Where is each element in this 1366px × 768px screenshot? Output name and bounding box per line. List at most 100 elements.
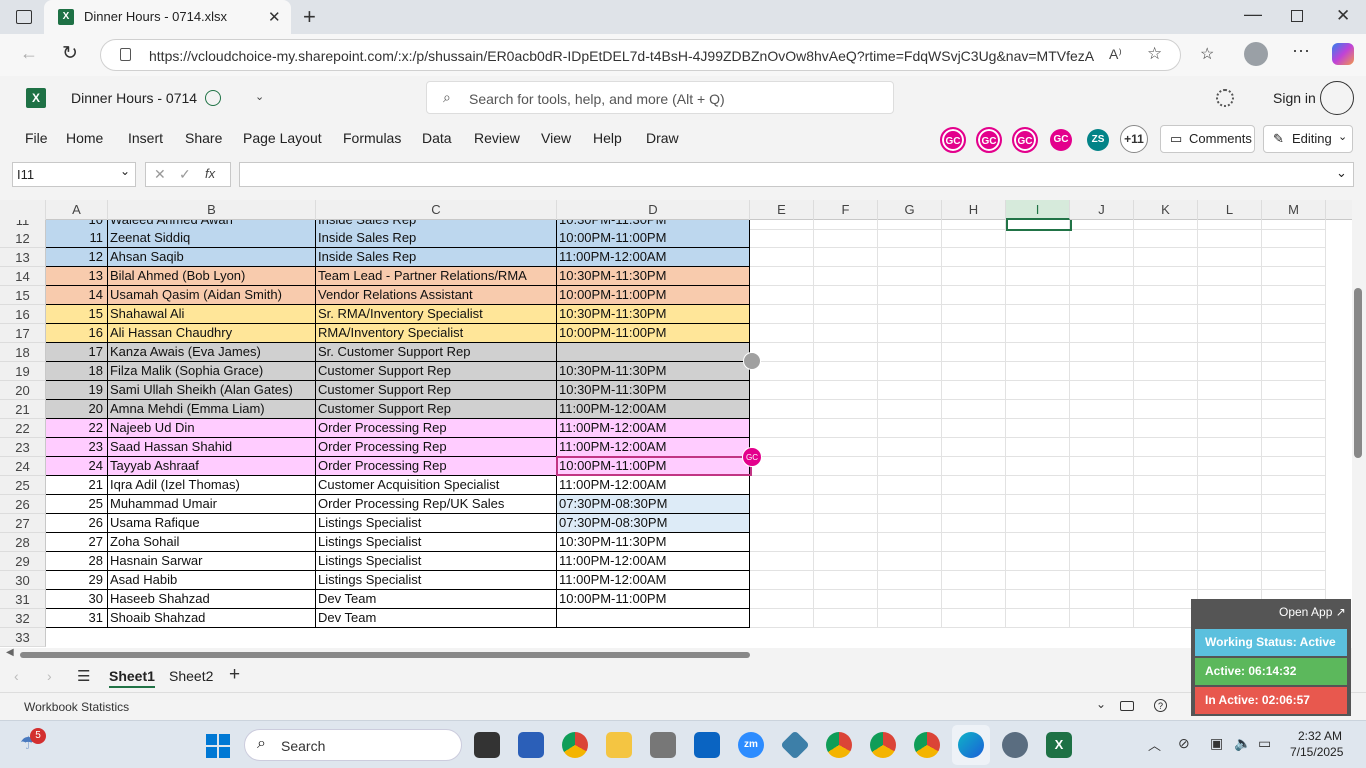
collaborator-avatar[interactable]: ZS (1087, 129, 1109, 151)
empty-cell[interactable] (750, 476, 814, 495)
collaborator-avatar[interactable]: GC (1012, 127, 1038, 153)
horizontal-scroll-thumb[interactable] (20, 652, 750, 658)
empty-cell[interactable] (878, 362, 942, 381)
empty-cell[interactable] (814, 229, 878, 248)
menu-home[interactable]: Home (66, 130, 103, 146)
cell-name[interactable]: Ali Hassan Chaudhry (108, 324, 316, 343)
url-text[interactable]: https://vcloudchoice-my.sharepoint.com/:… (149, 48, 1094, 64)
cell-index[interactable]: 29 (46, 571, 108, 590)
browser-tab[interactable]: X Dinner Hours - 0714.xlsx ✕ (44, 0, 291, 34)
empty-cell[interactable] (942, 495, 1006, 514)
empty-cell[interactable] (1070, 400, 1134, 419)
empty-cell[interactable] (814, 324, 878, 343)
cell-role[interactable]: Inside Sales Rep (316, 248, 557, 267)
empty-cell[interactable] (814, 495, 878, 514)
formula-input[interactable]: ⌄ (239, 162, 1354, 187)
empty-cell[interactable] (942, 381, 1006, 400)
empty-cell[interactable] (750, 590, 814, 609)
empty-cell[interactable] (942, 533, 1006, 552)
row-header[interactable]: 16 (0, 305, 46, 324)
column-header-i[interactable]: I (1006, 200, 1070, 220)
empty-cell[interactable] (878, 324, 942, 343)
cell-role[interactable]: Team Lead - Partner Relations/RMA (316, 267, 557, 286)
empty-cell[interactable] (1006, 533, 1070, 552)
name-box-chevron-down-icon[interactable]: ⌄ (120, 164, 130, 178)
empty-cell[interactable] (942, 343, 1006, 362)
empty-cell[interactable] (1262, 286, 1326, 305)
column-header-j[interactable]: J (1070, 200, 1134, 220)
cell-role[interactable]: Sr. Customer Support Rep (316, 343, 557, 362)
cell-name[interactable]: Kanza Awais (Eva James) (108, 343, 316, 362)
empty-cell[interactable] (1070, 248, 1134, 267)
empty-cell[interactable] (1070, 419, 1134, 438)
empty-cell[interactable] (814, 381, 878, 400)
empty-cell[interactable] (878, 286, 942, 305)
empty-cell[interactable] (750, 381, 814, 400)
empty-cell[interactable] (750, 305, 814, 324)
cell-index[interactable]: 11 (46, 229, 108, 248)
column-header-e[interactable]: E (750, 200, 814, 220)
next-sheet-icon[interactable]: › (47, 668, 52, 684)
row-header[interactable]: 24 (0, 457, 46, 476)
cell-dinner-hours[interactable]: 11:00PM-12:00AM (557, 419, 750, 438)
zoom-icon[interactable]: zm (738, 732, 764, 758)
cell-dinner-hours[interactable]: 07:30PM-08:30PM (557, 514, 750, 533)
empty-cell[interactable] (1198, 552, 1262, 571)
empty-cell[interactable] (942, 438, 1006, 457)
empty-cell[interactable] (1006, 457, 1070, 476)
cell-dinner-hours[interactable]: 11:00PM-12:00AM (557, 476, 750, 495)
empty-cell[interactable] (814, 286, 878, 305)
account-icon[interactable] (1320, 81, 1354, 115)
empty-cell[interactable] (878, 571, 942, 590)
empty-cell[interactable] (1198, 324, 1262, 343)
cell-name[interactable]: Saad Hassan Shahid (108, 438, 316, 457)
cell-dinner-hours[interactable]: 10:30PM-11:30PM (557, 362, 750, 381)
empty-cell[interactable] (1262, 552, 1326, 571)
cell-name[interactable]: Najeeb Ud Din (108, 419, 316, 438)
empty-cell[interactable] (1198, 343, 1262, 362)
column-header-m[interactable]: M (1262, 200, 1326, 220)
excel-logo-icon[interactable]: X (26, 88, 46, 108)
empty-cell[interactable] (750, 229, 814, 248)
column-header-f[interactable]: F (814, 200, 878, 220)
cell-index[interactable]: 24 (46, 457, 108, 476)
empty-cell[interactable] (1198, 400, 1262, 419)
cell-index[interactable]: 27 (46, 533, 108, 552)
sheet-tab-sheet2[interactable]: Sheet2 (169, 668, 213, 684)
column-header-b[interactable]: B (108, 200, 316, 220)
menu-help[interactable]: Help (593, 130, 622, 146)
document-title[interactable]: Dinner Hours - 0714 (71, 90, 197, 106)
sign-in-link[interactable]: Sign in (1273, 90, 1316, 106)
site-info-icon[interactable] (120, 48, 131, 61)
cell-name[interactable]: Zoha Sohail (108, 533, 316, 552)
empty-cell[interactable] (1070, 552, 1134, 571)
prev-sheet-icon[interactable]: ‹ (14, 668, 19, 684)
chrome-icon[interactable] (562, 732, 588, 758)
title-chevron-down-icon[interactable]: ⌄ (255, 90, 264, 103)
empty-cell[interactable] (814, 400, 878, 419)
empty-cell[interactable] (1006, 571, 1070, 590)
cell-index[interactable]: 25 (46, 495, 108, 514)
empty-cell[interactable] (814, 419, 878, 438)
empty-cell[interactable] (814, 343, 878, 362)
file-explorer-icon[interactable] (606, 732, 632, 758)
insert-function-icon[interactable]: fx (205, 166, 215, 181)
empty-cell[interactable] (1070, 438, 1134, 457)
row-header[interactable]: 15 (0, 286, 46, 305)
empty-cell[interactable] (1070, 457, 1134, 476)
row-header[interactable]: 31 (0, 590, 46, 609)
cell-name[interactable]: Asad Habib (108, 571, 316, 590)
column-header-a[interactable]: A (46, 200, 108, 220)
taskbar-search[interactable]: ⌕ Search (244, 729, 462, 761)
empty-cell[interactable] (1262, 248, 1326, 267)
empty-cell[interactable] (1134, 533, 1198, 552)
empty-cell[interactable] (1006, 229, 1070, 248)
empty-cell[interactable] (1262, 438, 1326, 457)
empty-cell[interactable] (1134, 419, 1198, 438)
empty-cell[interactable] (1134, 267, 1198, 286)
empty-cell[interactable] (1070, 305, 1134, 324)
add-sheet-icon[interactable]: + (229, 664, 240, 686)
empty-cell[interactable] (1134, 457, 1198, 476)
network-offline-icon[interactable]: ⊘ (1178, 735, 1190, 752)
empty-cell[interactable] (1006, 400, 1070, 419)
